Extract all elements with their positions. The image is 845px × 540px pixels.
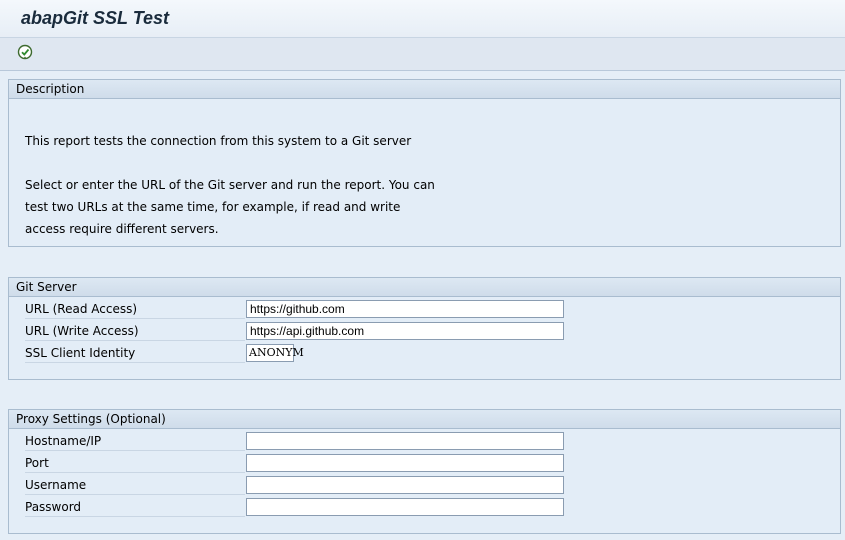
description-group: Description This report tests the connec… — [8, 79, 841, 247]
description-line: This report tests the connection from th… — [25, 134, 412, 148]
username-label: Username — [25, 477, 245, 495]
password-input[interactable] — [246, 498, 564, 516]
description-line: Select or enter the URL of the Git serve… — [25, 178, 435, 192]
url-write-input[interactable]: https://api.github.com — [246, 322, 564, 340]
port-input[interactable] — [246, 454, 564, 472]
proxy-settings-group: Proxy Settings (Optional) Hostname/IP Po… — [8, 409, 841, 534]
git-server-group: Git Server URL (Read Access) https://git… — [8, 277, 841, 380]
port-label: Port — [25, 455, 245, 473]
description-line: access require different servers. — [25, 222, 219, 236]
ssl-client-identity-input[interactable]: ANONYM — [246, 344, 304, 362]
hostname-label: Hostname/IP — [25, 433, 245, 451]
git-server-header: Git Server — [9, 278, 840, 297]
url-read-input[interactable]: https://github.com — [246, 300, 564, 318]
selection-screen: Description This report tests the connec… — [0, 71, 845, 540]
url-write-label: URL (Write Access) — [25, 323, 245, 341]
execute-icon[interactable] — [16, 43, 34, 61]
url-read-label: URL (Read Access) — [25, 301, 245, 319]
title-bar: abapGit SSL Test — [0, 0, 845, 38]
hostname-input[interactable] — [246, 432, 564, 450]
password-label: Password — [25, 499, 245, 517]
description-header: Description — [9, 80, 840, 99]
application-toolbar — [0, 38, 845, 71]
page-title: abapGit SSL Test — [21, 8, 170, 28]
ssl-client-identity-label: SSL Client Identity — [25, 345, 245, 363]
proxy-settings-header: Proxy Settings (Optional) — [9, 410, 840, 429]
description-line: test two URLs at the same time, for exam… — [25, 200, 401, 214]
username-input[interactable] — [246, 476, 564, 494]
